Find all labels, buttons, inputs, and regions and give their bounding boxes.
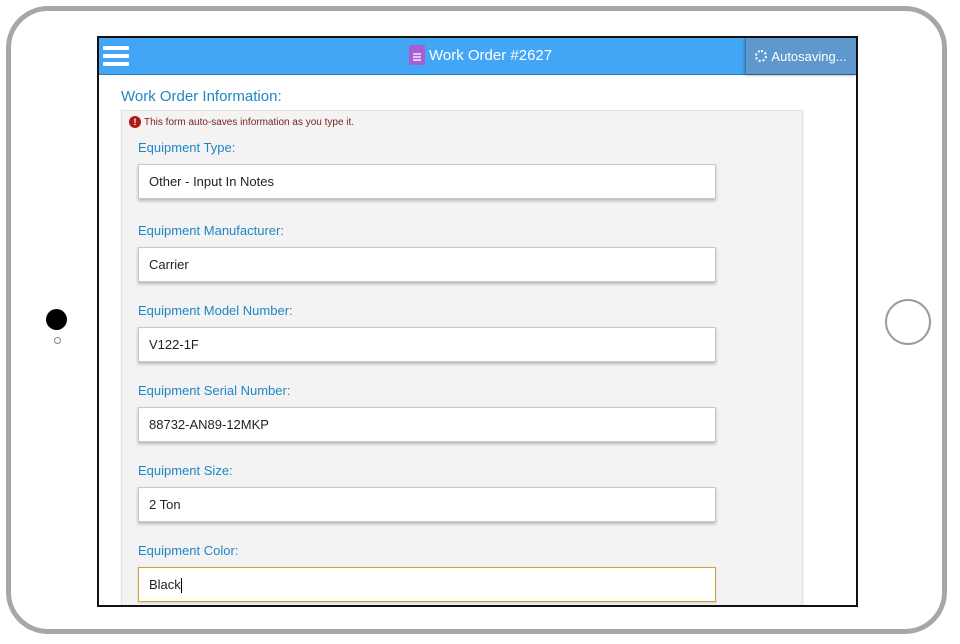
app-screen: Work Order #2627 Autosaving... Work Orde… (97, 36, 858, 607)
header-title-group: Work Order #2627 (409, 44, 552, 66)
camera-sensor (54, 337, 61, 344)
equipment-model-field[interactable]: V122-1F (138, 327, 716, 362)
document-icon (409, 45, 425, 65)
autosave-status-button[interactable]: Autosaving... (745, 38, 856, 74)
equipment-color-label: Equipment Color: (138, 543, 239, 558)
top-bar: Work Order #2627 Autosaving... (99, 38, 856, 75)
section-heading: Work Order Information: (121, 88, 282, 105)
equipment-type-label: Equipment Type: (138, 140, 236, 155)
equipment-size-label: Equipment Size: (138, 463, 233, 478)
hamburger-menu-icon[interactable] (103, 46, 129, 68)
home-button[interactable] (885, 299, 931, 345)
front-camera (46, 309, 67, 330)
form-card: ! This form auto-saves information as yo… (121, 110, 803, 605)
page-title: Work Order #2627 (429, 46, 553, 64)
equipment-manufacturer-field[interactable]: Carrier (138, 247, 716, 282)
text-caret (180, 578, 182, 594)
equipment-size-field[interactable]: 2 Ton (138, 487, 716, 522)
equipment-color-field[interactable]: Black (138, 567, 716, 602)
notice-text: This form auto-saves information as you … (144, 116, 355, 128)
equipment-type-field[interactable]: Other - Input In Notes (138, 164, 716, 199)
autosave-label: Autosaving... (771, 48, 847, 64)
autosave-notice: ! This form auto-saves information as yo… (129, 116, 354, 128)
spinner-icon (755, 50, 768, 62)
equipment-serial-label: Equipment Serial Number: (138, 383, 291, 398)
equipment-color-value: Black (149, 577, 181, 592)
equipment-manufacturer-label: Equipment Manufacturer: (138, 223, 284, 238)
equipment-model-label: Equipment Model Number: (138, 303, 293, 318)
equipment-serial-field[interactable]: 88732-AN89-12MKP (138, 407, 716, 442)
alert-icon: ! (129, 116, 141, 128)
